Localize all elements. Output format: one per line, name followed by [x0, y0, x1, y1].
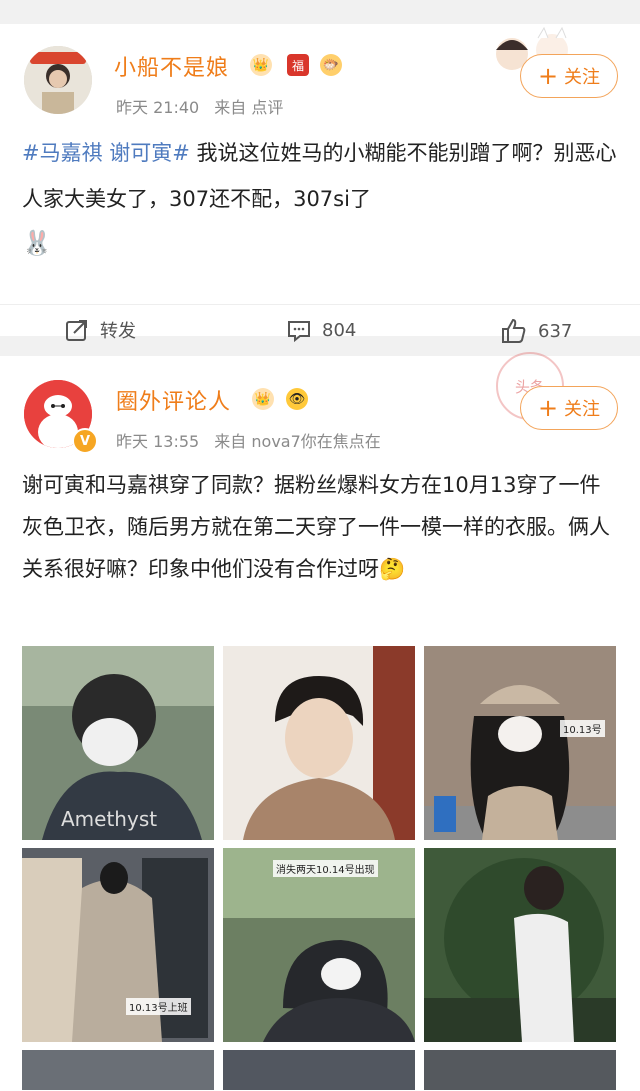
follow-label: 关注 [564, 399, 601, 420]
photo-9[interactable] [424, 1050, 616, 1090]
post-card-2: V 圈外评论人 👑 👁 昨天 13:55 来自 nova7你在焦点在 头条 + … [0, 352, 640, 1091]
user-name[interactable]: 圈外评论人 [116, 384, 231, 416]
post-text: 谢可寅和马嘉祺穿了同款？据粉丝爆料女方在10月13穿了一件灰色卫衣，随后男方就在… [22, 464, 618, 590]
photo-1[interactable]: Amethyst [22, 646, 214, 840]
photo-6[interactable] [424, 848, 616, 1042]
post-source: 来自 点评 [214, 98, 284, 117]
rabbit-sticker-icon: 🐰 [22, 229, 52, 257]
repost-label: 转发 [100, 321, 136, 342]
repost-icon [66, 320, 87, 341]
vip-crown-icon: 👑 [252, 388, 274, 410]
verified-badge-icon: V [72, 428, 98, 454]
post-body: 谢可寅和马嘉祺穿了同款？据粉丝爆料女方在10月13穿了一件灰色卫衣，随后男方就在… [22, 473, 610, 581]
plus-icon: + [537, 394, 559, 422]
hashtag-link[interactable]: #马嘉祺 谢可寅# [22, 141, 190, 165]
photo-7[interactable] [22, 1050, 214, 1090]
eye-badge-icon: 👁 [286, 388, 308, 410]
post-meta: 昨天 13:55 来自 nova7你在焦点在 [116, 428, 391, 452]
photo-8[interactable] [223, 1050, 415, 1090]
image-caption: Amethyst [61, 807, 158, 831]
fish-badge-icon: 🐡 [320, 54, 342, 76]
follow-button[interactable]: + 关注 [520, 386, 618, 430]
follow-label: 关注 [564, 67, 601, 88]
post-meta: 昨天 21:40 来自 点评 [116, 94, 293, 118]
post-source: 来自 nova7你在焦点在 [214, 432, 381, 451]
image-caption: 10.13号 [560, 720, 605, 737]
plus-icon: + [537, 62, 559, 90]
image-caption: 消失两天10.14号出现 [273, 860, 378, 877]
comment-button[interactable]: 804 [286, 317, 356, 343]
post-time: 昨天 13:55 [116, 432, 200, 451]
photo-4[interactable]: 10.13号上班 [22, 848, 214, 1042]
post-card-1: 小船不是娘 👑 福 🐡 昨天 21:40 来自 点评 + 关注 #马嘉祺 谢可寅… [0, 24, 640, 343]
thumbs-up-icon [502, 318, 526, 343]
comment-icon [288, 321, 310, 343]
post-time: 昨天 21:40 [116, 98, 200, 117]
repost-button[interactable]: 转发 [64, 317, 136, 343]
photo-5[interactable]: 消失两天10.14号出现 [223, 848, 415, 1042]
post-text: #马嘉祺 谢可寅# 我说这位姓马的小糊能不能别蹭了啊？别恶心人家大美女了，307… [22, 130, 618, 260]
comment-count: 804 [322, 319, 357, 341]
photo-3[interactable]: 10.13号 [424, 646, 616, 840]
thinking-emoji-icon: 🤔 [379, 557, 406, 581]
follow-button[interactable]: + 关注 [520, 54, 618, 98]
avatar[interactable] [24, 46, 92, 114]
photo-2[interactable] [223, 646, 415, 840]
image-caption: 10.13号上班 [126, 998, 191, 1015]
fu-badge-icon: 福 [287, 54, 309, 76]
vip-crown-icon: 👑 [250, 54, 272, 76]
like-button[interactable]: 637 [500, 317, 572, 345]
action-bar: 转发 804 637 [0, 304, 640, 361]
user-name[interactable]: 小船不是娘 [114, 50, 229, 82]
like-count: 637 [538, 320, 573, 342]
